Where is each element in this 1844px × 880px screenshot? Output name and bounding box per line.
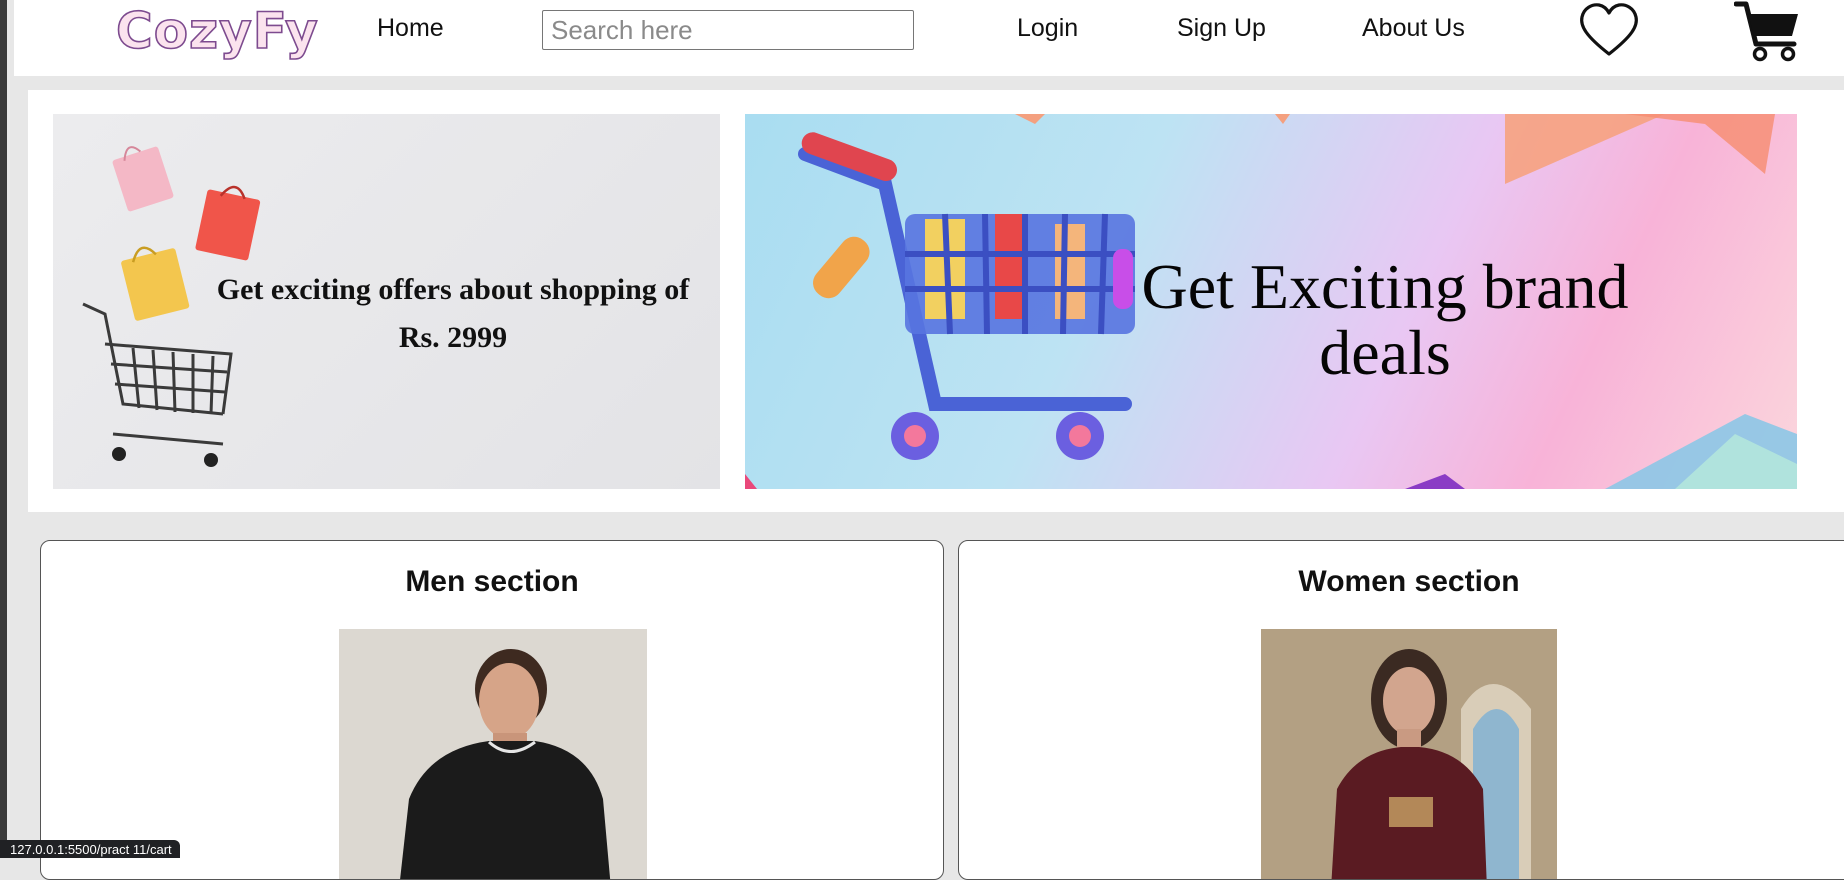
women-model-image (1261, 629, 1557, 879)
brand-deals-text: Get Exciting brand deals (1141, 251, 1629, 388)
nav-home-link[interactable]: Home (377, 14, 444, 43)
offer-banner-text: Get exciting offers about shopping of Rs… (216, 273, 690, 354)
women-tshirt-photo[interactable] (1261, 629, 1557, 879)
top-navbar: CozyFy Home Login Sign Up About Us (14, 0, 1844, 76)
browser-edge (0, 0, 7, 858)
men-section-card[interactable]: Men section (40, 540, 944, 880)
cart-icon[interactable] (1734, 0, 1802, 62)
nav-login-link[interactable]: Login (1017, 14, 1078, 43)
men-model-image (339, 629, 647, 879)
men-section-title: Men section (405, 565, 579, 598)
women-section-title: Women section (1298, 565, 1520, 598)
brand-logo[interactable]: CozyFy (115, 1, 319, 61)
status-bar-url: 127.0.0.1:5500/pract 11/cart (0, 840, 180, 858)
nav-signup-link[interactable]: Sign Up (1177, 14, 1266, 43)
men-tshirt-photo[interactable] (339, 629, 647, 879)
search-input[interactable] (542, 10, 914, 50)
women-section-card[interactable]: Women section (958, 540, 1844, 880)
brand-deals-banner[interactable]: Get Exciting brand deals (745, 114, 1797, 489)
nav-about-link[interactable]: About Us (1362, 14, 1465, 43)
heart-icon[interactable] (1578, 2, 1640, 58)
offer-banner[interactable]: Get exciting offers about shopping of Rs… (53, 114, 720, 489)
